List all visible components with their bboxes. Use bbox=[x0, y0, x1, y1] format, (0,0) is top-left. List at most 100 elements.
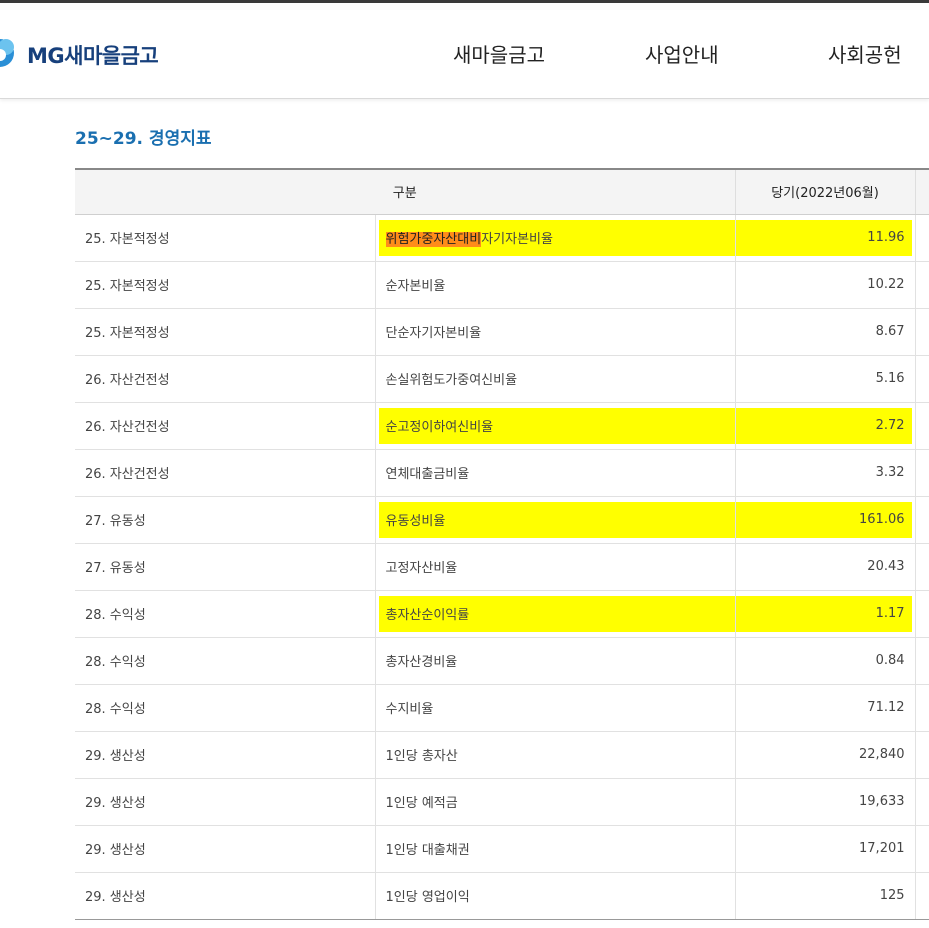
nav-item-social[interactable]: 사회공헌 bbox=[828, 39, 902, 68]
cell-spacer bbox=[915, 778, 929, 826]
indicators-table: 구분 당기(2022년06월) 25. 자본적정성 위험가중자산대비자기자본비율 1… bbox=[75, 168, 929, 920]
cell-indicator: 고정자산비율 bbox=[375, 543, 736, 591]
cell-indicator: 1인당 예적금 bbox=[375, 778, 736, 826]
indicator-text: 총자산순이익률 bbox=[385, 608, 470, 623]
cell-category: 28. 수익성 bbox=[75, 590, 376, 638]
cell-category: 29. 생산성 bbox=[75, 778, 376, 826]
value-text: 161.06 bbox=[859, 512, 905, 527]
indicator-label: 1인당 영업이익 bbox=[376, 890, 470, 905]
cell-category: 28. 수익성 bbox=[75, 637, 376, 685]
table-row: 29. 생산성 1인당 예적금 19,633 bbox=[75, 778, 929, 826]
cell-category: 27. 유동성 bbox=[75, 496, 376, 544]
indicator-text: 유동성비율 bbox=[385, 514, 446, 529]
indicator-text: 손실위험도가중여신비율 bbox=[385, 373, 518, 388]
cell-spacer bbox=[915, 214, 929, 262]
header-spacer bbox=[915, 168, 929, 215]
cell-indicator: 1인당 총자산 bbox=[375, 731, 736, 779]
table-row: 29. 생산성 1인당 영업이익 125 bbox=[75, 872, 929, 920]
cell-spacer bbox=[915, 731, 929, 779]
nav-item-saemaeul[interactable]: 새마을금고 bbox=[453, 39, 545, 68]
indicator-label: 순고정이하여신비율 bbox=[376, 420, 494, 435]
indicator-text: 총자산경비율 bbox=[385, 655, 458, 670]
table-row: 25. 자본적정성 순자본비율 10.22 bbox=[75, 261, 929, 309]
cell-spacer bbox=[915, 637, 929, 685]
cell-category: 28. 수익성 bbox=[75, 684, 376, 732]
cell-indicator: 위험가중자산대비자기자본비율 bbox=[375, 214, 736, 262]
cell-indicator: 유동성비율 bbox=[375, 496, 736, 544]
cell-indicator: 손실위험도가중여신비율 bbox=[375, 355, 736, 403]
section-title: 25~29. 경영지표 bbox=[75, 129, 212, 149]
cell-value: 19,633 bbox=[735, 778, 916, 826]
selected-text: 위험가중자산대비 bbox=[385, 232, 482, 247]
indicator-label: 연체대출금비율 bbox=[376, 467, 470, 482]
header-period: 당기(2022년06월) bbox=[735, 168, 916, 215]
indicator-text: 1인당 영업이익 bbox=[385, 890, 470, 905]
cell-indicator: 순자본비율 bbox=[375, 261, 736, 309]
cell-spacer bbox=[915, 261, 929, 309]
table-row: 28. 수익성 총자산순이익률 1.17 bbox=[75, 590, 929, 638]
table-row: 29. 생산성 1인당 총자산 22,840 bbox=[75, 731, 929, 779]
cell-value: 71.12 bbox=[735, 684, 916, 732]
cell-spacer bbox=[915, 355, 929, 403]
value-text: 19,633 bbox=[859, 794, 905, 809]
cell-spacer bbox=[915, 496, 929, 544]
indicator-label: 1인당 예적금 bbox=[376, 796, 458, 811]
cell-category: 26. 자산건전성 bbox=[75, 355, 376, 403]
header-category: 구분 bbox=[75, 168, 736, 215]
value-text: 5.16 bbox=[875, 371, 905, 386]
indicator-label: 수지비율 bbox=[376, 702, 434, 717]
cell-spacer bbox=[915, 308, 929, 356]
cell-value: 0.84 bbox=[735, 637, 916, 685]
cell-indicator: 연체대출금비율 bbox=[375, 449, 736, 497]
value-text: 3.32 bbox=[875, 465, 905, 480]
indicators-table-wrapper: 구분 당기(2022년06월) 25. 자본적정성 위험가중자산대비자기자본비율 1… bbox=[75, 168, 929, 920]
cell-spacer bbox=[915, 684, 929, 732]
cell-spacer bbox=[915, 872, 929, 920]
cell-category: 25. 자본적정성 bbox=[75, 308, 376, 356]
cell-indicator: 1인당 대출채권 bbox=[375, 825, 736, 873]
cell-category: 25. 자본적정성 bbox=[75, 261, 376, 309]
cell-indicator: 순고정이하여신비율 bbox=[375, 402, 736, 450]
logo-text: MG새마을금고 bbox=[27, 44, 159, 68]
cell-category: 25. 자본적정성 bbox=[75, 214, 376, 262]
value-text: 22,840 bbox=[859, 747, 905, 762]
cell-value: 10.22 bbox=[735, 261, 916, 309]
value-text: 0.84 bbox=[875, 653, 905, 668]
cell-value: 5.16 bbox=[735, 355, 916, 403]
nav-item-business[interactable]: 사업안내 bbox=[645, 39, 719, 68]
value-text: 17,201 bbox=[859, 841, 905, 856]
cell-value: 8.67 bbox=[735, 308, 916, 356]
cell-spacer bbox=[915, 825, 929, 873]
cell-value: 125 bbox=[735, 872, 916, 920]
cell-category: 29. 생산성 bbox=[75, 825, 376, 873]
cell-indicator: 1인당 영업이익 bbox=[375, 872, 736, 920]
cell-spacer bbox=[915, 402, 929, 450]
cell-spacer bbox=[915, 449, 929, 497]
cell-value: 3.32 bbox=[735, 449, 916, 497]
table-row: 25. 자본적정성 단순자기자본비율 8.67 bbox=[75, 308, 929, 356]
cell-indicator: 단순자기자본비율 bbox=[375, 308, 736, 356]
table-row: 26. 자산건전성 손실위험도가중여신비율 5.16 bbox=[75, 355, 929, 403]
cell-value: 22,840 bbox=[735, 731, 916, 779]
indicator-text: 수지비율 bbox=[385, 702, 434, 717]
cloud-logo-icon bbox=[0, 39, 14, 67]
indicator-label: 단순자기자본비율 bbox=[376, 326, 482, 341]
site-header: MG새마을금고 새마을금고 사업안내 사회공헌 bbox=[0, 3, 929, 99]
value-text: 8.67 bbox=[875, 324, 905, 339]
table-row: 26. 자산건전성 순고정이하여신비율 2.72 bbox=[75, 402, 929, 450]
cell-value: 2.72 bbox=[735, 402, 916, 450]
indicator-label: 순자본비율 bbox=[376, 279, 446, 294]
table-header-row: 구분 당기(2022년06월) bbox=[75, 168, 929, 215]
value-text: 20.43 bbox=[867, 559, 905, 574]
value-text: 71.12 bbox=[867, 700, 905, 715]
cell-category: 29. 생산성 bbox=[75, 872, 376, 920]
cell-spacer bbox=[915, 590, 929, 638]
indicator-text: 순자본비율 bbox=[385, 279, 446, 294]
cell-value: 17,201 bbox=[735, 825, 916, 873]
table-row: 26. 자산건전성 연체대출금비율 3.32 bbox=[75, 449, 929, 497]
indicator-label: 위험가중자산대비자기자본비율 bbox=[376, 232, 553, 247]
cell-value: 11.96 bbox=[735, 214, 916, 262]
indicator-text: 순고정이하여신비율 bbox=[385, 420, 494, 435]
table-row: 29. 생산성 1인당 대출채권 17,201 bbox=[75, 825, 929, 873]
cell-category: 27. 유동성 bbox=[75, 543, 376, 591]
